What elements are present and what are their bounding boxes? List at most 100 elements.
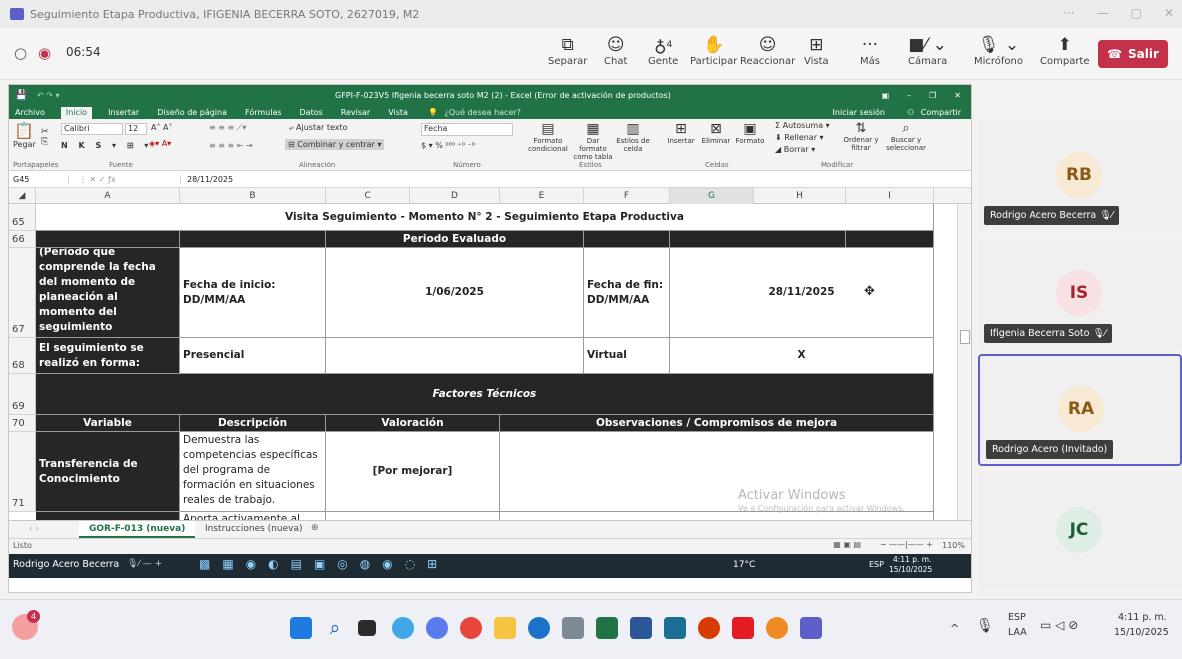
valoracion-cell[interactable]: [Por mejorar] [326, 432, 500, 512]
align-icons[interactable]: ≡ ≡ ≡ ⇤ ⇥ [209, 141, 253, 150]
paste-button[interactable]: 📋 Pegar [13, 121, 36, 149]
cut-copy-icons[interactable]: ✂ ⎘ [41, 127, 49, 147]
sort-filter-button[interactable]: ⇅ Ordenar y filtrar [841, 121, 881, 152]
observaciones-cell-next[interactable] [500, 512, 934, 520]
formula-input[interactable]: 28/11/2025 [181, 175, 233, 184]
mic-button[interactable]: 🎙 ⌄ Micrófono [974, 34, 1023, 67]
sheet-tab[interactable]: Instrucciones (nueva) [205, 524, 302, 534]
font-grow-icon[interactable]: A˄ A˅ [151, 123, 173, 132]
excel-close-icon[interactable]: ✕ [954, 91, 961, 100]
format-as-table-button[interactable]: ▦ Dar formato como tabla [573, 121, 613, 161]
participant-tile[interactable]: IS Ifigenia Becerra Soto 🎙⁄ [978, 238, 1182, 350]
font-name-select[interactable]: Calibri [61, 123, 123, 135]
firefox-icon[interactable] [766, 617, 788, 639]
column-header[interactable]: B [180, 188, 326, 204]
pdf-icon[interactable] [732, 617, 754, 639]
variable-header[interactable]: Variable [36, 415, 180, 432]
save-icon[interactable]: 💾 [15, 90, 27, 101]
cell-styles-button[interactable]: ▥ Estilos de celda [613, 121, 653, 153]
row-header[interactable]: 67 [9, 248, 36, 338]
more-options-icon[interactable]: ··· [1063, 6, 1074, 20]
align-top-icons[interactable]: ≡ ≡ ≡ ⟋▾ [209, 123, 246, 133]
form-banner[interactable]: Visita Seguimiento - Momento N° 2 - Segu… [36, 204, 934, 231]
row-header[interactable]: 70 [9, 415, 36, 432]
share-link[interactable]: ⚇ Compartir [903, 108, 965, 119]
cell-i66[interactable] [846, 231, 934, 248]
fecha-fin-label[interactable]: Fecha de fin: DD/MM/AA [584, 248, 670, 338]
bold-italic-underline[interactable]: N K S ▾ ⊞ ▾ [61, 141, 152, 150]
task-view-icon[interactable] [358, 620, 376, 636]
delete-cells-button[interactable]: ⊠ Eliminar [699, 121, 733, 145]
fecha-inicio-label[interactable]: Fecha de inicio: DD/MM/AA [180, 248, 326, 338]
chrome-icon[interactable] [460, 617, 482, 639]
clock-date[interactable]: 15/10/2025 [1114, 627, 1169, 638]
cell-gh66[interactable] [670, 231, 846, 248]
periodo-label[interactable]: Periodo Evaluado: (Periodo que comprende… [36, 248, 180, 338]
close-icon[interactable]: ✕ [1164, 6, 1174, 20]
font-color-icon[interactable]: ◈▾ A▾ [149, 139, 171, 148]
tab-archivo[interactable]: Archivo [13, 108, 47, 119]
participant-tile-active-speaker[interactable]: RA Rodrigo Acero (Invitado) [978, 354, 1182, 466]
word-icon[interactable] [630, 617, 652, 639]
tab-inicio[interactable]: Inicio [60, 107, 93, 119]
people-button[interactable]: ♁4 Gente [648, 34, 678, 67]
forma-label[interactable]: El seguimiento se realizó en forma: [36, 338, 180, 374]
column-header[interactable]: I [846, 188, 934, 204]
participant-tile[interactable]: JC [978, 472, 1182, 588]
undo-icon[interactable]: ↶ ↷ ▾ [37, 91, 60, 100]
column-header[interactable]: G [670, 188, 754, 204]
find-select-button[interactable]: ⌕ Buscar y seleccionar [883, 121, 929, 152]
chrome-variant-icon[interactable] [426, 617, 448, 639]
language-bottom[interactable]: LAA [1008, 627, 1027, 638]
tray-mic-icon[interactable]: 🎙 [976, 618, 994, 634]
minimize-icon[interactable]: — [1097, 6, 1109, 20]
maximize-icon[interactable]: ▢ [1131, 6, 1142, 20]
variable-cell[interactable]: Transferencia de Conocimiento [36, 432, 180, 512]
virtual-mark[interactable]: X [670, 338, 934, 374]
network-volume-battery-icons[interactable]: ▭ ◁ ⊘ [1040, 618, 1078, 632]
valoracion-header[interactable]: Valoración [326, 415, 500, 432]
popout-button[interactable]: ⧉ Separar [548, 34, 587, 67]
share-button[interactable]: ⬆ Comparte [1040, 34, 1090, 67]
presencial-value[interactable] [326, 338, 584, 374]
format-cells-button[interactable]: ▣ Formato [733, 121, 767, 145]
tab-revisar[interactable]: Revisar [339, 108, 372, 119]
merge-center-button[interactable]: ⊟ Combinar y centrar ▾ [285, 139, 385, 150]
notepad-icon[interactable] [664, 617, 686, 639]
autosum-button[interactable]: Σ Autosuma ▾ [775, 121, 830, 130]
presencial-label[interactable]: Presencial [180, 338, 326, 374]
tab-vista[interactable]: Vista [386, 108, 410, 119]
number-format-icons[interactable]: $ ▾ % ⁰⁰⁰ ⁺⁰ ⁻⁰ [421, 141, 475, 150]
language-top[interactable]: ESP [1008, 612, 1026, 623]
camera-button[interactable]: ■⁄ ⌄ Cámara [908, 34, 947, 67]
tab-formulas[interactable]: Fórmulas [243, 108, 284, 119]
name-box[interactable]: G45 [9, 174, 69, 184]
chat-button[interactable]: ☺ Chat [604, 34, 627, 67]
zoom-slider[interactable]: − ——|—— + [880, 540, 933, 549]
cell-a66[interactable] [36, 231, 180, 248]
descripcion-cell-next[interactable]: Aporta activamente al [180, 512, 326, 520]
tab-insertar[interactable]: Insertar [106, 108, 141, 119]
scroll-thumb[interactable] [960, 330, 970, 344]
insert-cells-button[interactable]: ⊞ Insertar [665, 121, 697, 145]
calculator-icon[interactable] [562, 617, 584, 639]
fill-button[interactable]: ⬇ Rellenar ▾ [775, 133, 824, 142]
teams-icon[interactable] [800, 617, 822, 639]
inner-taskbar-apps[interactable]: ▩▦◉◐▤▣◎◍◉◌⊞ [199, 557, 449, 571]
row-header[interactable]: 69 [9, 374, 36, 415]
search-icon[interactable]: ⌕ [324, 617, 346, 639]
raise-hand-button[interactable]: ✋ Participar [690, 34, 737, 67]
more-button[interactable]: ··· Más [860, 34, 880, 67]
fecha-fin-value[interactable]: 28/11/2025 [670, 248, 934, 338]
tray-overflow-icon[interactable]: ^ [950, 622, 959, 635]
sheet-nav-arrows[interactable]: ‹ › [29, 524, 39, 534]
variable-cell-next[interactable] [36, 512, 180, 520]
column-header[interactable]: E [500, 188, 584, 204]
descripcion-cell[interactable]: Demuestra las competencias específicas d… [180, 432, 326, 512]
fecha-inicio-value[interactable]: 1/06/2025 [326, 248, 584, 338]
copilot-icon[interactable] [392, 617, 414, 639]
edge-icon[interactable] [528, 617, 550, 639]
vertical-scrollbar[interactable] [957, 204, 971, 520]
periodo-header[interactable]: Periodo Evaluado [326, 231, 584, 248]
column-header[interactable]: C [326, 188, 410, 204]
